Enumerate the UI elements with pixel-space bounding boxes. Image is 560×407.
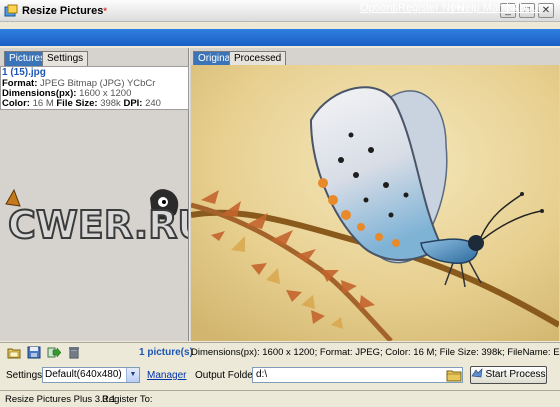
- save-icon[interactable]: [27, 346, 41, 359]
- menu-separator: |: [506, 2, 509, 14]
- status-app-version: Resize Pictures Plus 3.3.1: [5, 394, 116, 405]
- settings-label: Settings:: [6, 370, 45, 381]
- chevron-down-icon[interactable]: ▼: [126, 368, 139, 382]
- folder-icon[interactable]: [446, 368, 462, 382]
- picture-count: 1 picture(s): [139, 347, 193, 358]
- watermark-text: CWER.RU: [8, 203, 188, 247]
- menu-separator: |: [392, 2, 395, 14]
- add-folder-icon[interactable]: [7, 346, 21, 359]
- window-title: Resize Pictures*: [22, 5, 107, 17]
- start-process-label: Start Process: [485, 369, 546, 380]
- file-color-size-dpi: Color: 16 M File Size: 398k DPI: 240: [2, 98, 161, 109]
- start-process-button[interactable]: Start Process: [470, 366, 547, 384]
- delete-icon[interactable]: [67, 346, 81, 359]
- watermark-logo: CWER.RU: [5, 188, 188, 248]
- start-icon: [471, 368, 483, 378]
- menu-register-now[interactable]: Register Now: [398, 2, 464, 14]
- manager-link[interactable]: Manager: [147, 370, 186, 381]
- output-folder-label: Output Folder:: [195, 370, 259, 381]
- image-details-status: Dimensions(px): 1600 x 1200; Format: JPE…: [191, 347, 560, 358]
- file-name: 1 (15).jpg: [2, 67, 46, 78]
- menu-help-manual[interactable]: Help Manual: [457, 2, 519, 14]
- menu-separator: |: [451, 2, 454, 14]
- output-folder-input[interactable]: d:\: [252, 367, 463, 383]
- tab-processed[interactable]: Processed: [229, 51, 287, 66]
- butterfly-photo: [191, 65, 559, 341]
- forward-icon[interactable]: [47, 346, 61, 359]
- menu-about[interactable]: About: [512, 2, 541, 14]
- tab-settings[interactable]: Settings: [42, 51, 89, 66]
- menu-bar: [0, 29, 560, 46]
- status-register: Register To:: [102, 394, 153, 405]
- app-icon: [4, 4, 18, 17]
